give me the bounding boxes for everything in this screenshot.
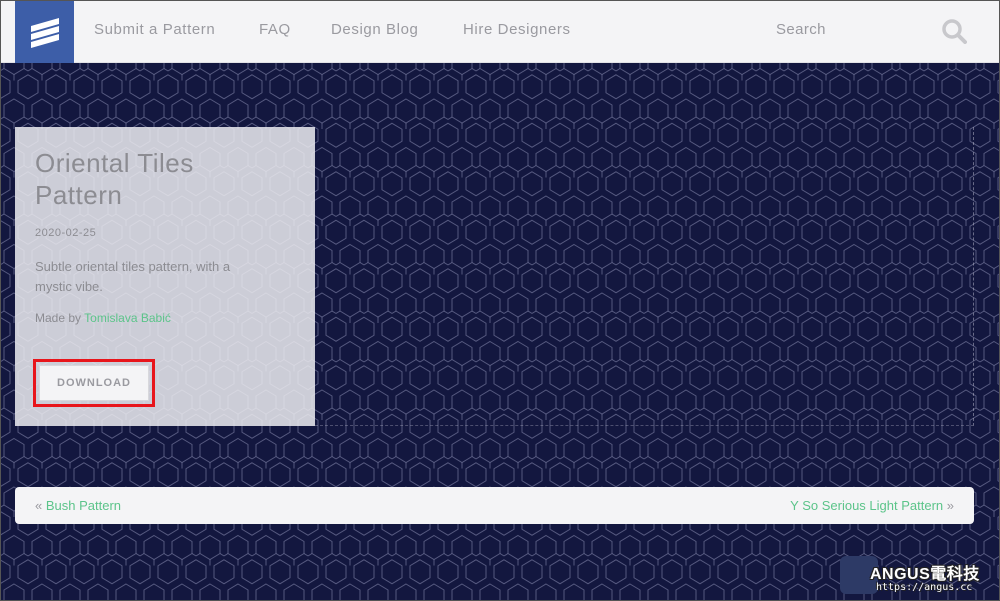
next-arrow-icon: » [946,498,954,513]
prev-arrow-icon: « [35,498,43,513]
watermark-title: ANGUS電科技 [870,566,980,583]
pattern-info-card: Oriental Tiles Pattern 2020-02-25 Subtle… [15,127,315,426]
pager-next: Y So Serious Light Pattern » [790,498,954,513]
site-header: Submit a Pattern FAQ Design Blog Hire De… [0,0,1000,63]
pattern-description: Subtle oriental tiles pattern, with a my… [35,259,231,294]
nav-faq[interactable]: FAQ [259,21,291,38]
author-prefix: Made by [35,311,82,325]
pattern-title: Oriental Tiles Pattern [35,148,194,210]
pattern-author: Made by Tomislava Babić [35,311,295,325]
nav-hire-designers[interactable]: Hire Designers [463,21,571,38]
nav-submit-pattern[interactable]: Submit a Pattern [94,21,215,38]
logo-stripes-icon [30,17,59,48]
pattern-date: 2020-02-25 [35,227,97,239]
author-link[interactable]: Tomislava Babić [84,311,171,325]
pattern-pager: « Bush Pattern Y So Serious Light Patter… [15,487,974,524]
pager-prev: « Bush Pattern [35,498,121,513]
search-input[interactable]: Search [776,21,826,38]
search-icon[interactable] [941,18,967,44]
watermark: ANGUS電科技 https://angus.cc [840,556,1000,601]
pattern-preview-area [315,127,974,426]
prev-pattern-link[interactable]: Bush Pattern [46,498,121,513]
watermark-url: https://angus.cc [876,582,973,593]
download-button[interactable]: DOWNLOAD [39,365,149,401]
nav-design-blog[interactable]: Design Blog [331,21,418,38]
next-pattern-link[interactable]: Y So Serious Light Pattern [790,498,943,513]
site-logo[interactable] [15,0,74,63]
